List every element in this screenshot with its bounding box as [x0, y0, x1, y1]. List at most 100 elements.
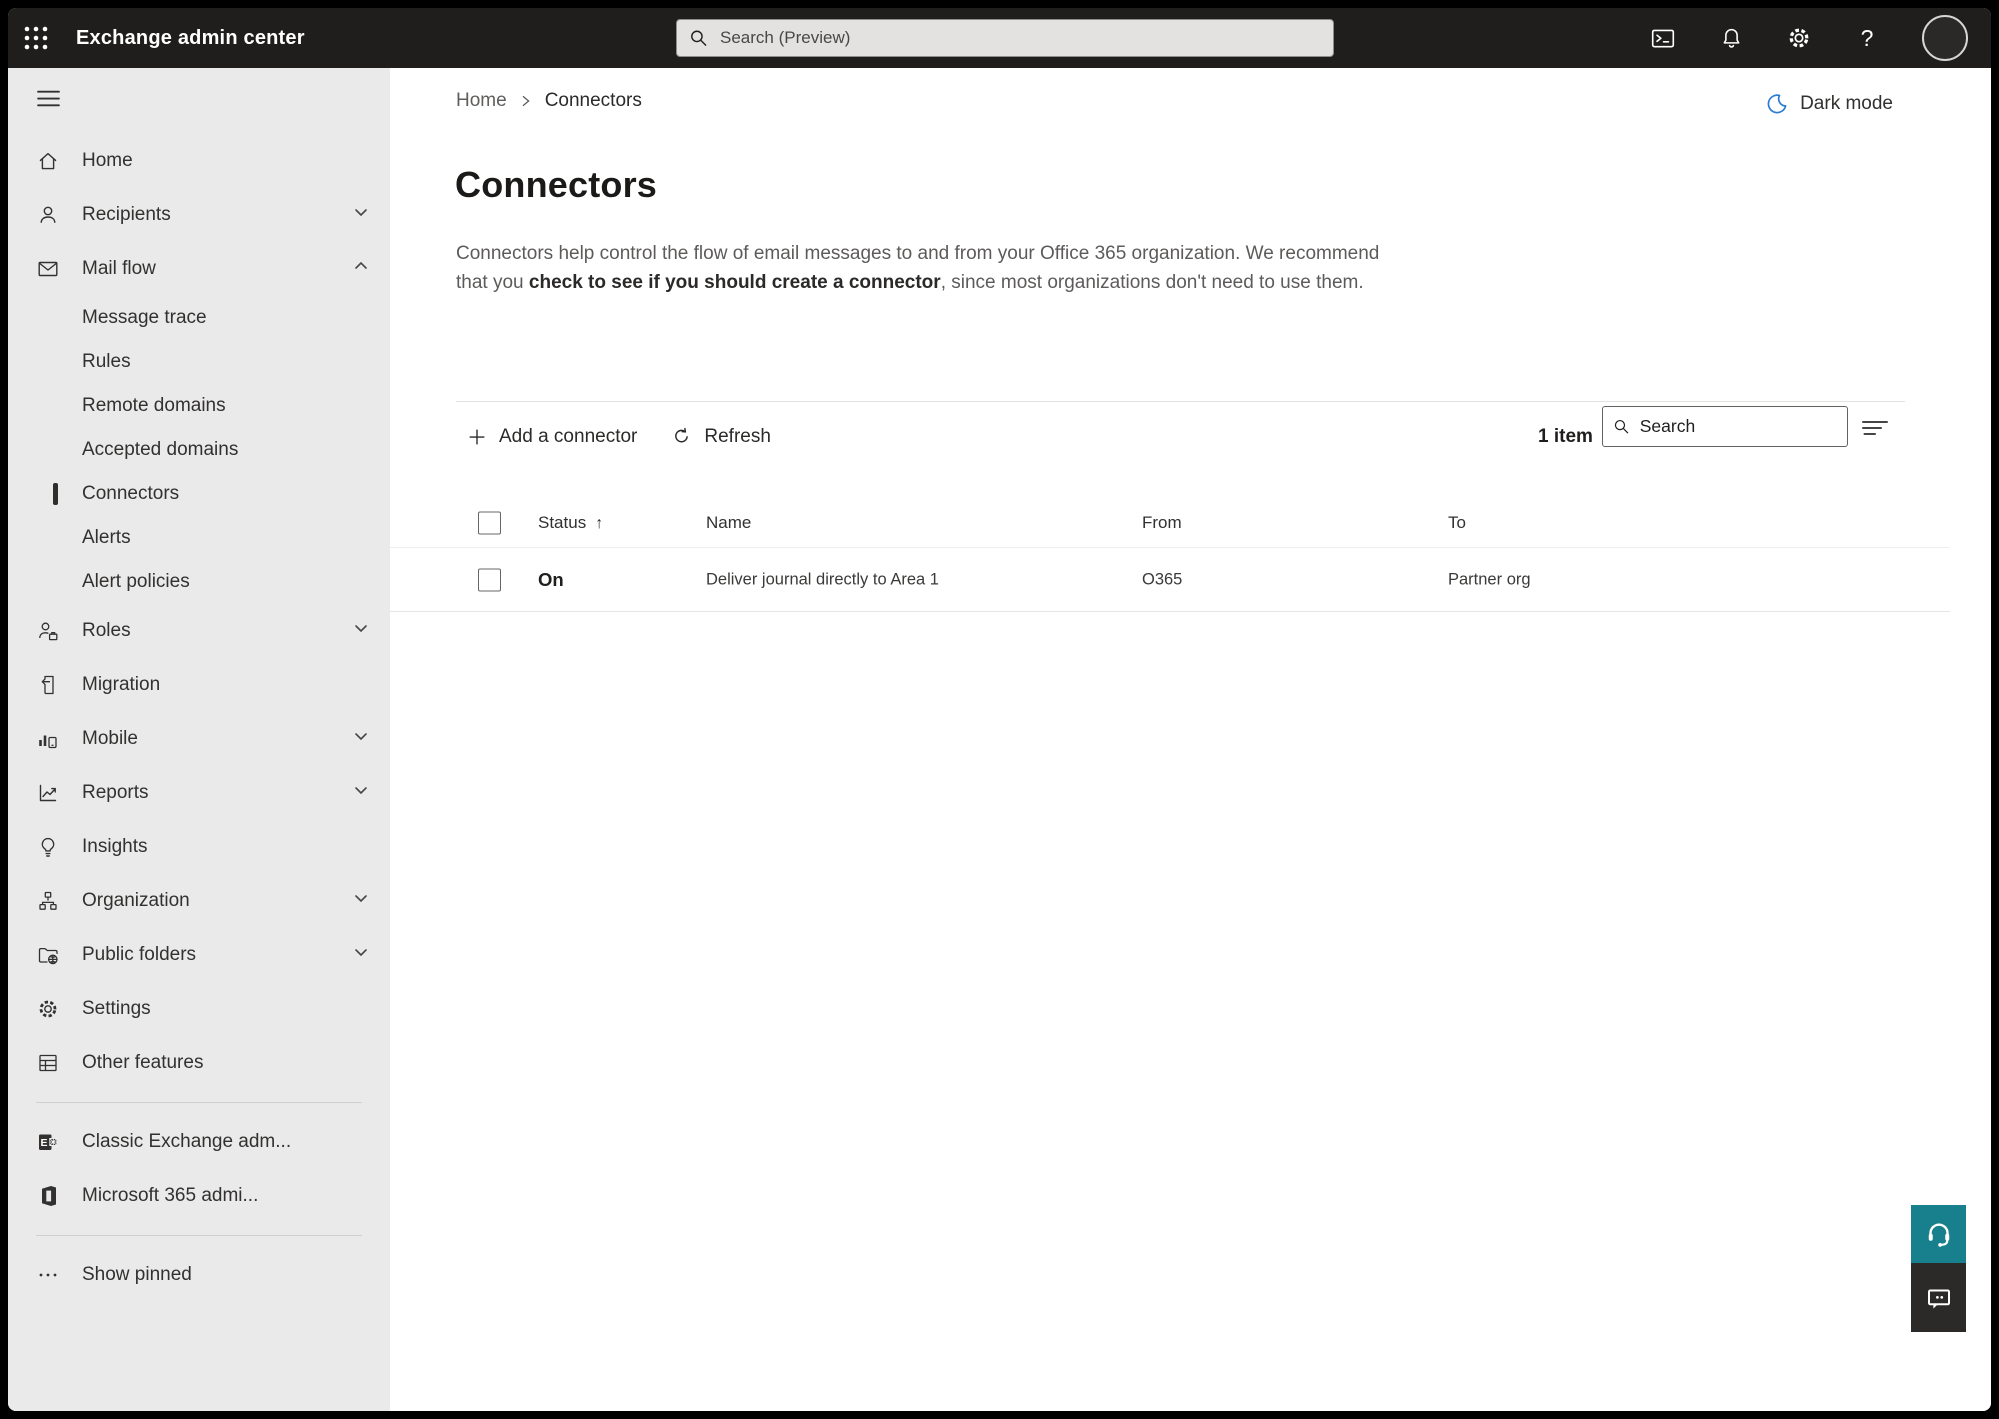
column-header-to[interactable]: To — [1448, 513, 1466, 533]
sidebar-item-message-trace[interactable]: Message trace — [8, 296, 390, 340]
column-header-status[interactable]: Status ↑ — [538, 513, 603, 533]
sidebar-item-label: Classic Exchange adm... — [82, 1131, 292, 1152]
sidebar-item-alerts[interactable]: Alerts — [8, 516, 390, 560]
sidebar-item-microsoft-365[interactable]: Microsoft 365 admi... — [8, 1169, 390, 1223]
dark-mode-label: Dark mode — [1800, 93, 1893, 114]
sidebar-item-label: Roles — [82, 620, 131, 641]
chevron-down-icon — [353, 944, 369, 966]
sidebar-item-classic-exchange[interactable]: E Classic Exchange adm... — [8, 1115, 390, 1169]
sidebar-item-label: Microsoft 365 admi... — [82, 1185, 259, 1206]
sidebar-item-recipients[interactable]: Recipients — [8, 188, 390, 242]
sidebar-item-show-pinned[interactable]: Show pinned — [8, 1248, 390, 1302]
topbar-icons: ? — [1650, 8, 1968, 68]
filter-icon[interactable] — [1858, 415, 1892, 441]
global-search-input[interactable] — [720, 28, 1321, 48]
sidebar-divider — [36, 1102, 362, 1103]
sidebar-item-remote-domains[interactable]: Remote domains — [8, 384, 390, 428]
global-search-box[interactable] — [676, 19, 1334, 57]
table-row[interactable]: On Deliver journal directly to Area 1 O3… — [390, 549, 1950, 612]
list-toolbar: Add a connector Refresh — [456, 416, 781, 458]
sidebar-item-home[interactable]: Home — [8, 134, 390, 188]
sidebar-item-label: Show pinned — [82, 1264, 192, 1285]
sidebar-item-accepted-domains[interactable]: Accepted domains — [8, 428, 390, 472]
sidebar-item-label: Public folders — [82, 944, 197, 965]
sidebar-item-connectors[interactable]: Connectors — [8, 472, 390, 516]
page-description: Connectors help control the flow of emai… — [456, 240, 1386, 297]
row-name[interactable]: Deliver journal directly to Area 1 — [706, 571, 939, 590]
breadcrumb-current: Connectors — [544, 90, 642, 111]
gear-icon[interactable] — [1786, 25, 1812, 51]
sidebar-item-rules[interactable]: Rules — [8, 340, 390, 384]
add-connector-button[interactable]: Add a connector — [456, 420, 647, 454]
sidebar-item-roles[interactable]: Roles — [8, 604, 390, 658]
sidebar-item-label: Accepted domains — [82, 439, 239, 460]
terminal-icon[interactable] — [1650, 25, 1676, 51]
lightbulb-icon — [36, 835, 60, 859]
help-icon[interactable]: ? — [1854, 25, 1880, 51]
sidebar-item-organization[interactable]: Organization — [8, 874, 390, 928]
add-connector-label: Add a connector — [499, 426, 638, 447]
sort-ascending-icon: ↑ — [595, 514, 604, 532]
sidebar-item-settings[interactable]: Settings — [8, 982, 390, 1036]
feedback-button[interactable] — [1911, 1263, 1966, 1332]
bell-icon[interactable] — [1718, 25, 1744, 51]
table-grid-icon — [36, 1051, 60, 1075]
row-checkbox[interactable] — [478, 568, 501, 592]
selected-indicator — [53, 483, 58, 505]
chat-bubble-icon — [1927, 1289, 1950, 1309]
item-count: 1 item — [1538, 426, 1593, 447]
sidebar-item-label: Settings — [82, 998, 151, 1019]
sidebar-item-public-folders[interactable]: Public folders — [8, 928, 390, 982]
refresh-icon — [675, 427, 689, 443]
person-briefcase-icon — [36, 619, 60, 643]
sidebar-items: Home Recipients Mail flow Message trace … — [8, 134, 390, 1302]
sidebar-item-other-features[interactable]: Other features — [8, 1036, 390, 1090]
account-avatar[interactable] — [1922, 15, 1968, 61]
search-icon — [691, 30, 707, 46]
sidebar-nav: Home Recipients Mail flow Message trace … — [8, 68, 390, 1411]
sidebar-item-mail-flow[interactable]: Mail flow — [8, 242, 390, 296]
sidebar-item-label: Home — [82, 150, 133, 171]
app-launcher-icon[interactable] — [8, 8, 64, 68]
exchange-logo-icon: E — [36, 1130, 60, 1154]
row-status: On — [538, 569, 564, 590]
sidebar-item-label: Remote domains — [82, 395, 226, 416]
sidebar-item-insights[interactable]: Insights — [8, 820, 390, 874]
sidebar-item-alert-policies[interactable]: Alert policies — [8, 560, 390, 604]
hamburger-menu-icon[interactable] — [8, 68, 390, 128]
gear-icon — [36, 997, 60, 1021]
search-icon — [1614, 419, 1629, 434]
person-icon — [36, 203, 60, 227]
breadcrumb: Home Connectors — [456, 90, 642, 112]
app-window: Exchange admin center Search (Preview) ?… — [8, 8, 1991, 1411]
sidebar-item-label: Rules — [82, 351, 131, 372]
page-title: Connectors — [455, 164, 658, 205]
chevron-down-icon — [353, 728, 369, 750]
moon-icon — [1767, 94, 1787, 114]
headset-icon — [1928, 1223, 1949, 1247]
list-search-input[interactable] — [1639, 416, 1837, 437]
sidebar-item-migration[interactable]: Migration — [8, 658, 390, 712]
sidebar-item-mobile[interactable]: Mobile — [8, 712, 390, 766]
sidebar-item-label: Alert policies — [82, 571, 190, 592]
sidebar-item-reports[interactable]: Reports — [8, 766, 390, 820]
chevron-up-icon — [353, 258, 369, 280]
refresh-label: Refresh — [704, 426, 771, 447]
toolbar-divider — [456, 401, 1905, 402]
breadcrumb-home-link[interactable]: Home — [456, 90, 507, 112]
sidebar-divider — [36, 1235, 362, 1236]
list-search-box[interactable] — [1602, 406, 1848, 447]
ellipsis-icon — [36, 1263, 60, 1287]
refresh-button[interactable]: Refresh — [661, 420, 781, 454]
sidebar-item-label: Alerts — [82, 527, 131, 548]
select-all-checkbox[interactable] — [478, 511, 501, 534]
sidebar-item-label: Other features — [82, 1052, 204, 1073]
app-title: Exchange admin center — [76, 26, 305, 49]
description-link[interactable]: check to see if you should create a conn… — [529, 272, 941, 293]
row-to: Partner org — [1448, 570, 1531, 589]
dark-mode-toggle[interactable]: Dark mode — [1765, 92, 1893, 116]
help-support-button[interactable] — [1911, 1205, 1966, 1263]
table-header-row: Status ↑ Name From To — [390, 498, 1950, 548]
column-header-from[interactable]: From — [1142, 513, 1182, 533]
column-header-name[interactable]: Name — [706, 513, 751, 533]
